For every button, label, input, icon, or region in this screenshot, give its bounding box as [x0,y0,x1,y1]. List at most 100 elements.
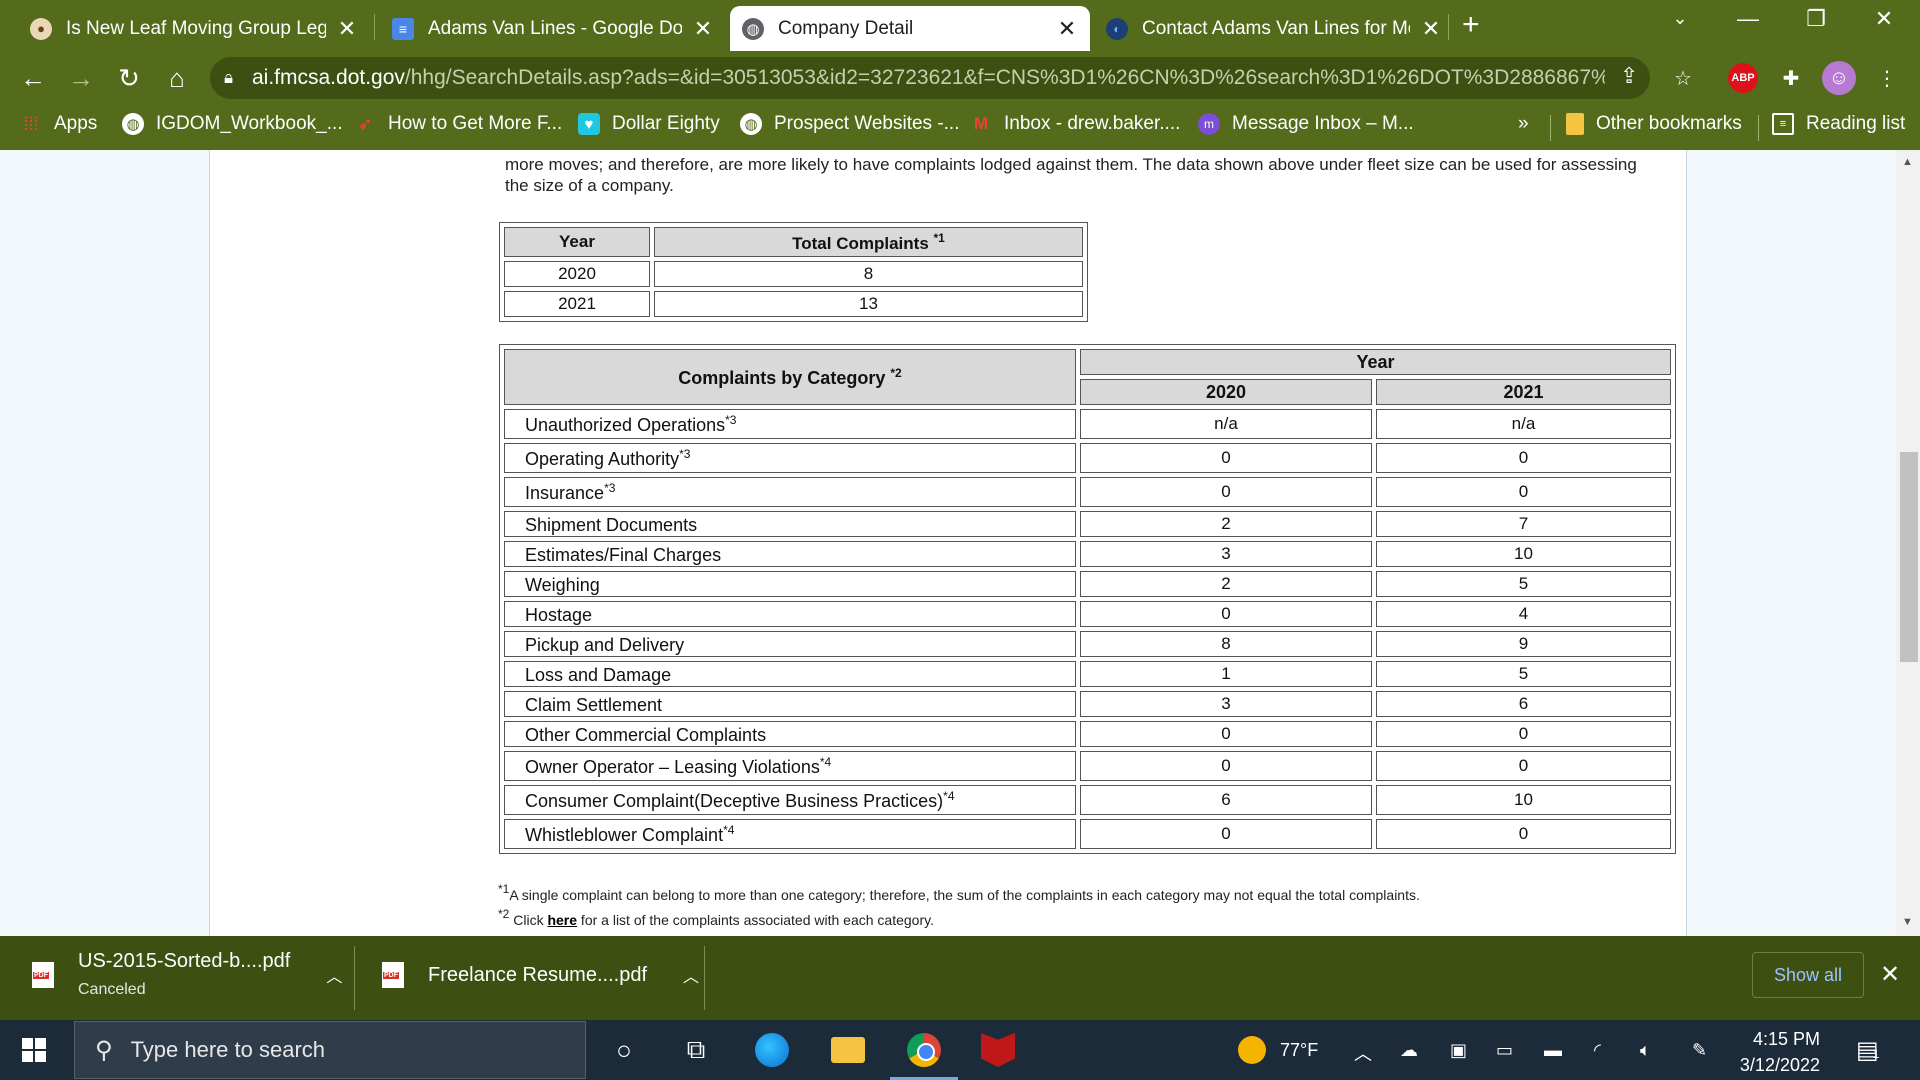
mcafee-icon[interactable] [978,1030,1018,1070]
scroll-down-arrow-icon[interactable]: ▼ [1902,916,1913,928]
gmail-icon: M [973,114,989,133]
scroll-up-arrow-icon[interactable]: ▲ [1902,156,1913,168]
bookmark-star-icon[interactable]: ☆ [1666,61,1700,95]
battery-icon[interactable]: ▬ [1544,1040,1562,1061]
complaints-list-link[interactable]: here [547,912,577,928]
onedrive-cloud-icon[interactable]: ☁ [1400,1040,1418,1061]
download-item[interactable]: PDF US-2015-Sorted-b....pdf Canceled ︿ [32,950,342,999]
home-icon[interactable]: ⌂ [160,63,194,94]
clock[interactable]: 4:15 PM 3/12/2022 [1730,1026,1820,1078]
file-explorer-icon[interactable] [828,1030,868,1070]
tab-google-docs[interactable]: ≡ Adams Van Lines - Google Docs ✕ [380,6,726,51]
restore-button[interactable]: ❐ [1796,6,1836,32]
site-icon: ◐ [1106,17,1128,40]
wifi-icon[interactable]: ◜ [1594,1040,1601,1061]
table-row: 2021 13 [504,291,1083,317]
close-shelf-icon[interactable]: ✕ [1880,960,1900,989]
bookmark-label: Message Inbox – M... [1232,113,1414,134]
lock-icon[interactable]: 🔒︎ [224,68,252,88]
weather-temp[interactable]: 77°F [1280,1040,1318,1061]
value-2020-cell: 3 [1080,541,1372,567]
chevron-up-icon[interactable]: ︿ [326,963,342,987]
bookmark-divider [1550,115,1551,141]
bookmark-dollar-eighty[interactable]: ♥ Dollar Eighty [578,113,720,135]
download-item[interactable]: PDF Freelance Resume....pdf ︿ [382,962,699,988]
vertical-scrollbar[interactable]: ▲ ▼ [1896,150,1920,936]
chevron-up-icon[interactable]: ︿ [683,963,699,987]
value-2020-cell: 2 [1080,571,1372,597]
close-icon[interactable]: ✕ [692,16,714,42]
pen-icon[interactable]: ✎ [1692,1040,1707,1061]
value-2020-cell: 2 [1080,511,1372,537]
bookmark-igdom[interactable]: ◍ IGDOM_Workbook_... [122,113,343,135]
browser-toolbar: ← → ↻ ⌂ 🔒︎ ai.fmcsa.dot.gov /hhg/SearchD… [0,51,1920,105]
scroll-thumb[interactable] [1900,452,1918,662]
taskbar-search-box[interactable]: ⚲ Type here to search [74,1021,586,1079]
minimize-button[interactable]: — [1728,6,1768,32]
url-path: /hhg/SearchDetails.asp?ads=&id=30513053&… [404,66,1605,89]
bookmark-prospect-websites[interactable]: ◍ Prospect Websites -... [740,113,960,135]
close-icon[interactable]: ✕ [1420,16,1442,42]
reading-list-icon: ≡ [1772,113,1794,135]
windows-taskbar: ⚲ Type here to search ○ ⧉ 77°F ︿ ☁ ▣ ▭ ▬… [0,1020,1920,1080]
table-row: Hostage 0 4 [504,601,1671,627]
year-header: Year [504,227,650,257]
volume-icon[interactable]: 🔈︎ [1640,1040,1651,1061]
extensions-icon[interactable]: ✚ [1774,61,1808,95]
meet-now-icon[interactable]: ▣ [1450,1040,1467,1061]
url-host: ai.fmcsa.dot.gov [252,66,405,89]
new-tab-button[interactable]: + [1462,8,1480,42]
table-row: Owner Operator – Leasing Violations*4 0 0 [504,751,1671,781]
bookmark-label: Reading list [1806,113,1906,134]
bookmark-how-to-get-more[interactable]: ➶ How to Get More F... [354,113,562,135]
display-icon[interactable]: ▭ [1496,1040,1513,1061]
tab-divider [374,14,375,40]
address-bar[interactable]: 🔒︎ ai.fmcsa.dot.gov /hhg/SearchDetails.a… [210,57,1650,99]
chrome-icon[interactable] [904,1030,944,1070]
category-label: Whistleblower Complaint*4 [504,819,1076,849]
bookmark-other[interactable]: Other bookmarks [1566,113,1742,135]
close-icon[interactable]: ✕ [1056,16,1078,42]
category-label: Owner Operator – Leasing Violations*4 [504,751,1076,781]
weather-sun-icon[interactable] [1238,1036,1266,1064]
tab-company-detail[interactable]: ◍ Company Detail ✕ [730,6,1090,51]
notifications-icon[interactable]: ▤1 [1856,1036,1879,1065]
reload-icon[interactable]: ↻ [112,63,146,94]
table-row: Other Commercial Complaints 0 0 [504,721,1671,747]
bookmark-message-inbox[interactable]: m Message Inbox – M... [1198,113,1414,135]
category-label: Loss and Damage [504,661,1076,687]
value-2021-cell: 0 [1376,819,1671,849]
total-cell: 8 [654,261,1083,287]
bookmarks-overflow-button[interactable]: » [1518,113,1529,135]
close-icon[interactable]: ✕ [336,16,358,42]
tab-new-leaf[interactable]: ● Is New Leaf Moving Group Legit? ✕ [18,6,370,51]
edge-browser-icon[interactable] [752,1030,792,1070]
close-window-button[interactable]: ✕ [1864,6,1904,32]
category-label: Shipment Documents [504,511,1076,537]
folder-icon [1566,113,1584,135]
share-icon[interactable]: ⇪ [1620,63,1638,89]
reading-list-button[interactable]: ≡ Reading list [1772,113,1905,135]
tab-contact-adams[interactable]: ◐ Contact Adams Van Lines for Mo ✕ [1094,6,1454,51]
bookmark-label: Prospect Websites -... [774,113,960,134]
google-docs-icon: ≡ [392,17,414,40]
forward-icon[interactable]: → [64,63,98,94]
value-2020-cell: 0 [1080,601,1372,627]
tab-search-icon[interactable]: ⌄ [1660,8,1700,29]
profile-avatar[interactable]: ☺ [1822,61,1856,95]
bookmark-label: Other bookmarks [1596,113,1742,134]
menu-icon[interactable]: ⋮ [1870,61,1904,95]
adblock-plus-icon[interactable]: ABP [1728,63,1758,93]
pdf-file-icon: PDF [382,962,404,988]
footnotes: *1A single complaint can belong to more … [498,880,1420,930]
show-all-downloads-button[interactable]: Show all [1752,952,1864,998]
back-icon[interactable]: ← [16,63,50,94]
year-2020-header: 2020 [1080,379,1372,405]
cortana-icon[interactable]: ○ [604,1030,644,1070]
table-row: Insurance*3 0 0 [504,477,1671,507]
bookmark-gmail-inbox[interactable]: M Inbox - drew.baker.... [970,113,1180,135]
bookmark-apps[interactable]: ⁞⁞⁞ Apps [20,113,97,135]
value-2021-cell: 10 [1376,785,1671,815]
show-hidden-icons-chevron-icon[interactable]: ︿ [1354,1040,1372,1066]
task-view-icon[interactable]: ⧉ [676,1030,716,1070]
